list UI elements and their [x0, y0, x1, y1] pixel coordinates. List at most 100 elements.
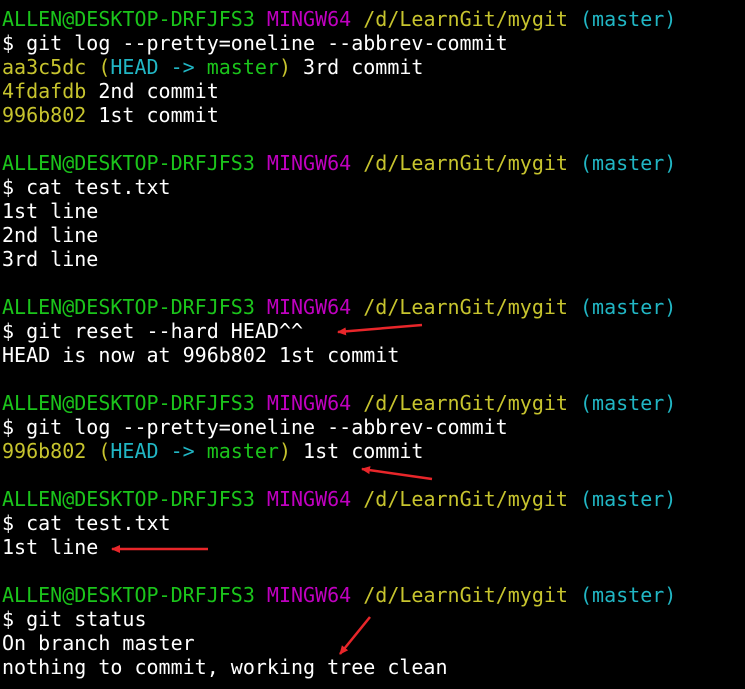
terminal-text: /d/LearnGit/mygit [363, 391, 568, 415]
terminal-text: /d/LearnGit/mygit [363, 7, 568, 31]
terminal-text: HEAD -> [110, 439, 207, 463]
terminal-text: $ git log --pretty=oneline --abbrev-comm… [2, 415, 508, 439]
terminal-line: nothing to commit, working tree clean [0, 655, 745, 679]
terminal-window[interactable]: ALLEN@DESKTOP-DRFJFS3 MINGW64 /d/LearnGi… [0, 0, 745, 689]
terminal-line: ALLEN@DESKTOP-DRFJFS3 MINGW64 /d/LearnGi… [0, 487, 745, 511]
terminal-text: ( [98, 439, 111, 463]
terminal-text: MINGW64 [266, 583, 352, 607]
terminal-line: On branch master [0, 631, 745, 655]
terminal-text: ) [278, 55, 292, 79]
terminal-text: MINGW64 [266, 7, 352, 31]
terminal-line: 3rd line [0, 247, 745, 271]
terminal-text: (master) [580, 151, 677, 175]
terminal-text: (master) [580, 7, 677, 31]
terminal-text: 3rd commit [291, 55, 424, 79]
terminal-text: $ cat test.txt [2, 175, 171, 199]
terminal-line: aa3c5dc (HEAD -> master) 3rd commit [0, 55, 745, 79]
terminal-line: $ git log --pretty=oneline --abbrev-comm… [0, 415, 745, 439]
terminal-line: ALLEN@DESKTOP-DRFJFS3 MINGW64 /d/LearnGi… [0, 295, 745, 319]
terminal-line: ALLEN@DESKTOP-DRFJFS3 MINGW64 /d/LearnGi… [0, 151, 745, 175]
terminal-text: 2nd line [2, 223, 99, 247]
terminal-text: /d/LearnGit/mygit [363, 151, 568, 175]
terminal-text: ( [98, 55, 111, 79]
terminal-text: ALLEN@DESKTOP-DRFJFS3 [2, 583, 255, 607]
terminal-text: /d/LearnGit/mygit [363, 295, 568, 319]
terminal-text: (master) [580, 487, 677, 511]
terminal-line: ALLEN@DESKTOP-DRFJFS3 MINGW64 /d/LearnGi… [0, 583, 745, 607]
terminal-text: 996b802 [2, 439, 87, 463]
terminal-line: 2nd line [0, 223, 745, 247]
terminal-text: 4fdafdb [2, 79, 87, 103]
terminal-line: $ git status [0, 607, 745, 631]
terminal-text: $ git log --pretty=oneline --abbrev-comm… [2, 31, 508, 55]
terminal-line: ALLEN@DESKTOP-DRFJFS3 MINGW64 /d/LearnGi… [0, 7, 745, 31]
terminal-text: HEAD -> [110, 55, 207, 79]
terminal-text: MINGW64 [266, 151, 352, 175]
terminal-text: $ git reset --hard HEAD^^ [2, 319, 304, 343]
terminal-line: $ cat test.txt [0, 175, 745, 199]
terminal-text: On branch master [2, 631, 195, 655]
terminal-text: master [206, 439, 279, 463]
terminal-line: 996b802 (HEAD -> master) 1st commit [0, 439, 745, 463]
terminal-text: (master) [580, 295, 677, 319]
terminal-line: $ git reset --hard HEAD^^ [0, 319, 745, 343]
terminal-text: ) [278, 439, 292, 463]
terminal-text: $ git status [2, 607, 147, 631]
terminal-text: 3rd line [2, 247, 99, 271]
terminal-text: 2nd commit [86, 79, 219, 103]
terminal-text: 1st commit [86, 103, 219, 127]
terminal-line: 1st line [0, 535, 745, 559]
terminal-text: 1st line [2, 535, 99, 559]
terminal-text: MINGW64 [266, 391, 352, 415]
terminal-line: 4fdafdb 2nd commit [0, 79, 745, 103]
terminal-text: 1st commit [291, 439, 424, 463]
terminal-line: ALLEN@DESKTOP-DRFJFS3 MINGW64 /d/LearnGi… [0, 391, 745, 415]
terminal-text: ALLEN@DESKTOP-DRFJFS3 [2, 391, 255, 415]
terminal-line: $ cat test.txt [0, 511, 745, 535]
terminal-text: nothing to commit, working tree clean [2, 655, 448, 679]
terminal-text: ALLEN@DESKTOP-DRFJFS3 [2, 151, 255, 175]
terminal-text: $ cat test.txt [2, 511, 171, 535]
terminal-text: MINGW64 [266, 295, 352, 319]
terminal-text: ALLEN@DESKTOP-DRFJFS3 [2, 487, 255, 511]
terminal-text: /d/LearnGit/mygit [363, 583, 568, 607]
terminal-line: 1st line [0, 199, 745, 223]
terminal-text: /d/LearnGit/mygit [363, 487, 568, 511]
terminal-text: MINGW64 [266, 487, 352, 511]
terminal-text: aa3c5dc [2, 55, 87, 79]
terminal-text: ALLEN@DESKTOP-DRFJFS3 [2, 295, 255, 319]
terminal-text: 1st line [2, 199, 99, 223]
terminal-text: ALLEN@DESKTOP-DRFJFS3 [2, 7, 255, 31]
terminal-line: HEAD is now at 996b802 1st commit [0, 343, 745, 367]
terminal-line: 996b802 1st commit [0, 103, 745, 127]
terminal-text: (master) [580, 583, 677, 607]
terminal-text: (master) [580, 391, 677, 415]
terminal-line: $ git log --pretty=oneline --abbrev-comm… [0, 31, 745, 55]
terminal-text: master [206, 55, 279, 79]
